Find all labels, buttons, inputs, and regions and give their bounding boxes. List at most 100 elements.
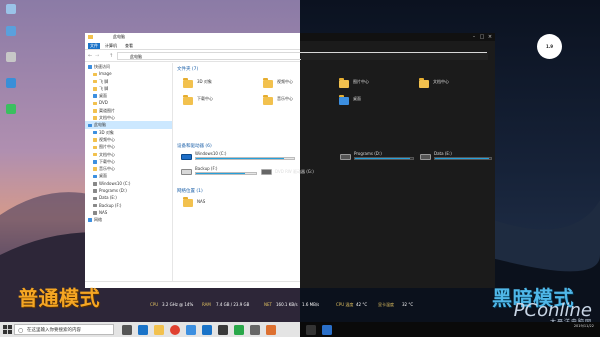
nav-item-icon — [93, 167, 97, 171]
hard-drive-icon — [181, 169, 192, 175]
close-button[interactable]: × — [487, 34, 493, 40]
nav-item-icon — [93, 211, 97, 215]
nav-item-label: 文档中心 — [99, 151, 115, 157]
taskbar-dark — [300, 322, 600, 337]
chrome-icon[interactable] — [170, 324, 180, 335]
cpu-label: CPU — [150, 302, 159, 307]
nav-item-label: 桌面 — [99, 93, 107, 99]
nav-item[interactable]: NAS — [85, 209, 172, 216]
word-icon[interactable] — [202, 324, 212, 335]
forward-arrow-icon[interactable]: → — [95, 53, 99, 59]
app-icon[interactable] — [218, 324, 228, 335]
file-explorer-icon[interactable] — [154, 324, 164, 335]
nav-item-label: 渠道图片 — [99, 107, 115, 113]
nav-item[interactable]: DVD — [85, 99, 172, 106]
edge-icon[interactable] — [138, 324, 148, 335]
ribbon-tab-computer[interactable]: 计算机 — [105, 43, 117, 49]
nav-item-label: 音乐中心 — [99, 166, 115, 172]
green-app-icon — [6, 104, 16, 114]
ribbon-tab-file[interactable]: 文件 — [88, 43, 100, 49]
section-folders[interactable]: 文件夹 (7) — [177, 66, 198, 72]
nav-item[interactable]: 渠道图片 — [85, 107, 172, 114]
app-orange-icon[interactable] — [266, 324, 276, 335]
drive-c-usage-bar — [195, 157, 295, 160]
nav-item-label: 此电脑 — [94, 122, 106, 128]
nav-item[interactable]: Backup (F:) — [85, 202, 172, 209]
address-path: 此电脑 — [130, 54, 142, 59]
nav-item-label: 下载中心 — [99, 158, 115, 164]
hard-drive-icon — [420, 154, 431, 160]
up-arrow-icon[interactable]: ↑ — [109, 53, 113, 59]
ribbon-tab-view[interactable]: 查看 — [125, 43, 133, 49]
taskbar-search-input[interactable]: ○ 在这里输入你要搜索的内容 — [14, 324, 114, 335]
folder-icon — [339, 78, 349, 88]
nav-item[interactable]: Programs (D:) — [85, 187, 172, 194]
windows-start-icon[interactable] — [3, 325, 12, 334]
folder-icon — [183, 78, 193, 88]
cpu-temp-value: 42 °C — [356, 302, 368, 307]
back-arrow-icon[interactable]: ← — [88, 53, 92, 59]
nav-item-label: 网络 — [94, 217, 102, 223]
ribbon: 文件 计算机 查看 — [85, 41, 495, 50]
nav-item[interactable]: 文档中心 — [85, 151, 172, 158]
ram-value: 7.4 GB / 23.9 GB — [216, 302, 250, 307]
nav-item[interactable]: 飞 脚 — [85, 78, 172, 85]
app-gray-icon[interactable] — [250, 324, 260, 335]
app-green-icon[interactable] — [234, 324, 244, 335]
nav-item[interactable]: 此电脑 — [85, 121, 172, 129]
nav-item[interactable]: 网络 — [85, 216, 172, 223]
desktop-icon-recycle[interactable] — [2, 4, 20, 15]
dvd-drive-icon — [261, 169, 272, 175]
address-input[interactable]: 此电脑 — [117, 52, 488, 60]
nav-item[interactable]: 下载中心 — [85, 158, 172, 165]
app-icon — [6, 52, 16, 62]
minimize-button[interactable]: – — [471, 34, 477, 40]
nav-item-icon — [93, 182, 97, 186]
nav-item-label: Backup (F:) — [99, 202, 122, 208]
nav-item[interactable]: 桌面 — [85, 172, 172, 179]
app-blue-icon[interactable] — [322, 324, 332, 335]
desktop-icon-pc[interactable] — [2, 26, 20, 37]
nav-item-icon — [93, 138, 97, 142]
desktop-icon-app[interactable] — [2, 52, 20, 63]
nav-item-label: 飞 脚 — [99, 78, 109, 84]
system-monitor: CPU 3.2 GHz @ 14% RAM 7.4 GB / 23.9 GB N… — [140, 302, 420, 310]
title-bar[interactable]: 此电脑 – □ × — [85, 33, 495, 41]
window-dark-half — [300, 33, 495, 288]
nav-item[interactable]: 快速访问 — [85, 63, 172, 70]
window-title: 此电脑 — [113, 34, 125, 39]
nav-item[interactable]: 图片中心 — [85, 143, 172, 150]
section-devices[interactable]: 设备和驱动器 (6) — [177, 143, 212, 149]
nav-item-icon — [93, 116, 97, 120]
nav-item-icon — [93, 130, 97, 135]
widget-badge: 1.9 — [537, 34, 562, 59]
nav-item-icon — [93, 109, 97, 113]
nav-item[interactable]: Image — [85, 70, 172, 77]
nav-item[interactable]: 桌面 — [85, 92, 172, 99]
nav-item-icon — [93, 87, 97, 91]
navigation-pane: 快速访问 Image 飞 脚飞 脚桌面 DVD 渠道图片 文档中心 此电脑 3D 对象 视频中心… — [85, 63, 173, 288]
nav-item[interactable]: 飞 脚 — [85, 85, 172, 92]
nav-item-label: Image — [99, 71, 112, 77]
task-view-icon[interactable] — [122, 324, 132, 335]
title-folder-icon — [88, 35, 93, 39]
nav-item[interactable]: 音乐中心 — [85, 165, 172, 172]
nav-item[interactable]: Windows10 (C:) — [85, 180, 172, 187]
maximize-button[interactable]: □ — [479, 34, 485, 40]
nav-item-label: 图片中心 — [99, 144, 115, 150]
app-dark-icon[interactable] — [306, 324, 316, 335]
nav-item[interactable]: 视频中心 — [85, 136, 172, 143]
net-value: 160.1 KB/s — [276, 302, 298, 307]
nav-item[interactable]: Data (E:) — [85, 194, 172, 201]
nav-item[interactable]: 文档中心 — [85, 114, 172, 121]
mail-icon[interactable] — [186, 324, 196, 335]
windows-drive-icon — [181, 154, 192, 160]
section-network[interactable]: 网络位置 (1) — [177, 188, 203, 194]
nav-item[interactable]: 3D 对象 — [85, 129, 172, 136]
nav-item-icon — [93, 196, 97, 201]
nav-item-icon — [93, 203, 97, 208]
desktop-icon-green[interactable] — [2, 104, 20, 115]
system-clock[interactable]: 2019/11/22 — [574, 323, 594, 329]
nav-item-label: DVD — [99, 100, 108, 106]
desktop-icon-network[interactable] — [2, 78, 20, 89]
